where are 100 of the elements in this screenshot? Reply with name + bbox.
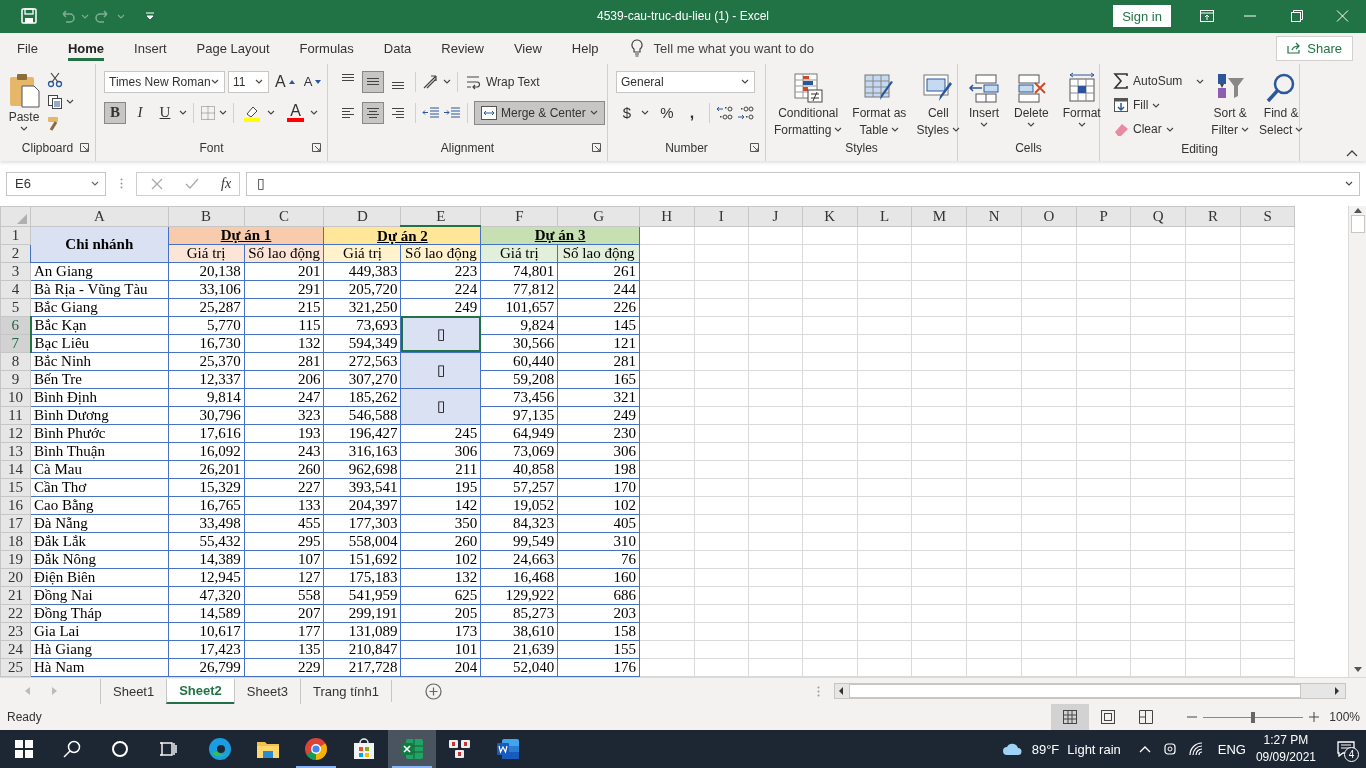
align-button[interactable] — [362, 70, 384, 93]
currency-button[interactable]: $ — [616, 101, 638, 124]
wifi-icon[interactable] — [1188, 742, 1205, 756]
column-header[interactable]: O — [1021, 206, 1077, 227]
column-header[interactable]: P — [1076, 206, 1131, 227]
decrease-decimal-icon[interactable] — [737, 104, 755, 121]
caret-icon[interactable] — [267, 110, 275, 116]
dialog-launcher-icon[interactable] — [312, 143, 321, 153]
styles-button[interactable]: Format as Table — [849, 69, 910, 140]
grow-font-button[interactable]: A — [272, 70, 298, 93]
align-button[interactable] — [362, 101, 384, 124]
shrink-font-button[interactable]: A — [300, 70, 325, 93]
column-header[interactable]: B — [168, 206, 245, 227]
circle-icon[interactable] — [111, 740, 129, 758]
caret-icon[interactable] — [179, 110, 187, 116]
menu-tab[interactable]: Formulas — [284, 32, 369, 64]
font-size-field[interactable]: 11 — [228, 70, 269, 93]
column-header[interactable]: N — [966, 206, 1022, 227]
name-box[interactable]: E6 — [6, 171, 106, 196]
caret-icon[interactable] — [443, 79, 451, 85]
weather-temperature[interactable]: 89°F — [1031, 741, 1060, 757]
menu-tab[interactable]: Review — [426, 32, 499, 64]
menu-tab[interactable]: Home — [52, 32, 120, 64]
column-header[interactable]: C — [244, 206, 324, 227]
ribbon-display-icon[interactable] — [1200, 10, 1214, 23]
column-header[interactable]: M — [911, 206, 967, 227]
view-button[interactable] — [1051, 704, 1090, 730]
caret-icon[interactable] — [66, 99, 74, 105]
sheet-tab[interactable]: Trang tính1 — [300, 678, 392, 704]
column-header[interactable]: R — [1185, 206, 1241, 227]
camera-icon[interactable] — [1163, 741, 1176, 757]
shopping-bag-icon[interactable] — [352, 737, 376, 761]
cells-button[interactable]: Delete — [1009, 69, 1054, 139]
chrome-icon[interactable] — [304, 737, 328, 761]
column-header[interactable]: S — [1240, 206, 1295, 227]
restore-icon[interactable] — [1288, 10, 1306, 23]
menu-tab[interactable]: Help — [556, 32, 614, 64]
sheet-tab[interactable]: Sheet3 — [233, 678, 301, 704]
notification-button[interactable]: 4 — [1326, 730, 1366, 768]
menu-tab[interactable]: Page Layout — [181, 32, 285, 64]
column-header[interactable]: J — [748, 206, 803, 227]
tell-me-field[interactable]: Tell me what you want to do — [653, 40, 814, 56]
column-header[interactable]: H — [639, 206, 695, 227]
caret-icon[interactable] — [1196, 78, 1205, 84]
slider-thumb[interactable] — [1251, 711, 1256, 723]
task-view-icon[interactable] — [159, 740, 177, 758]
clock[interactable]: 1:27 PM 09/09/2021 — [1245, 732, 1326, 766]
formula-field[interactable]: ▯ — [246, 171, 1360, 196]
dialog-launcher-icon[interactable] — [750, 143, 759, 153]
dialog-launcher-icon[interactable] — [80, 143, 89, 153]
cells-button[interactable]: Format — [1057, 69, 1106, 139]
number-format-field[interactable]: General — [616, 70, 755, 93]
column-header[interactable]: I — [694, 206, 749, 227]
editing-button[interactable]: AutoSum — [1111, 70, 1185, 93]
column-header[interactable]: L — [857, 206, 912, 227]
cloud-rain-icon[interactable] — [1001, 741, 1024, 757]
zoom-level[interactable]: 100% — [1319, 710, 1366, 724]
scrollbar-thumb[interactable] — [1350, 214, 1365, 233]
caret-icon[interactable] — [641, 110, 649, 116]
keyboard-keys-icon[interactable] — [448, 737, 472, 761]
comma-button[interactable]: , — [681, 101, 703, 124]
underline-button[interactable]: U — [154, 101, 176, 124]
font-color-button[interactable]: A — [284, 101, 307, 124]
dialog-launcher-icon[interactable] — [592, 143, 601, 153]
scroll-down-icon[interactable] — [1353, 667, 1362, 673]
italic-button[interactable]: I — [129, 101, 151, 124]
column-header[interactable]: G — [557, 206, 640, 227]
caret-icon[interactable] — [310, 110, 318, 116]
font-name-field[interactable]: Times New Roman — [104, 70, 225, 93]
column-header[interactable]: Q — [1130, 206, 1186, 227]
sheet-tab[interactable]: Sheet2 — [166, 678, 234, 704]
percent-button[interactable]: % — [656, 101, 678, 124]
column-header[interactable]: E — [401, 206, 481, 227]
document-app-icon[interactable] — [496, 737, 520, 761]
customize-icon[interactable] — [145, 11, 155, 22]
wrap-text-button[interactable]: Wrap Text — [464, 70, 542, 93]
windows-icon[interactable] — [15, 740, 33, 758]
cells-button[interactable]: Insert — [963, 69, 1005, 139]
styles-button[interactable]: Conditional Formatting — [771, 69, 846, 140]
weather-condition[interactable]: Light rain — [1067, 741, 1121, 757]
editing-button[interactable]: Fill — [1111, 94, 1163, 117]
paste-button[interactable]: Paste — [5, 69, 43, 139]
column-header[interactable]: D — [324, 206, 401, 227]
increase-decimal-icon[interactable] — [716, 104, 734, 121]
insert-function-button[interactable]: fx — [221, 175, 232, 192]
editing-button[interactable]: Find & Select — [1256, 69, 1307, 141]
menu-tab[interactable]: File — [2, 32, 53, 64]
language-indicator[interactable]: ENG — [1217, 741, 1246, 757]
copy-icon[interactable] — [47, 93, 63, 110]
editing-button[interactable]: Clear — [1111, 118, 1176, 141]
spreadsheet-app-icon[interactable] — [400, 737, 424, 761]
styles-button[interactable]: Cell Styles — [913, 69, 964, 140]
chevron-up-icon[interactable] — [1138, 745, 1151, 753]
zoom-in-icon[interactable] — [1309, 712, 1320, 722]
merge-center-button[interactable]: Merge & Center — [474, 100, 605, 125]
column-header[interactable]: F — [480, 206, 558, 227]
menu-tab[interactable]: View — [498, 32, 557, 64]
sign-in-button[interactable]: Sign in — [1113, 5, 1171, 28]
column-header[interactable]: K — [802, 206, 858, 227]
save-icon[interactable] — [21, 8, 37, 25]
